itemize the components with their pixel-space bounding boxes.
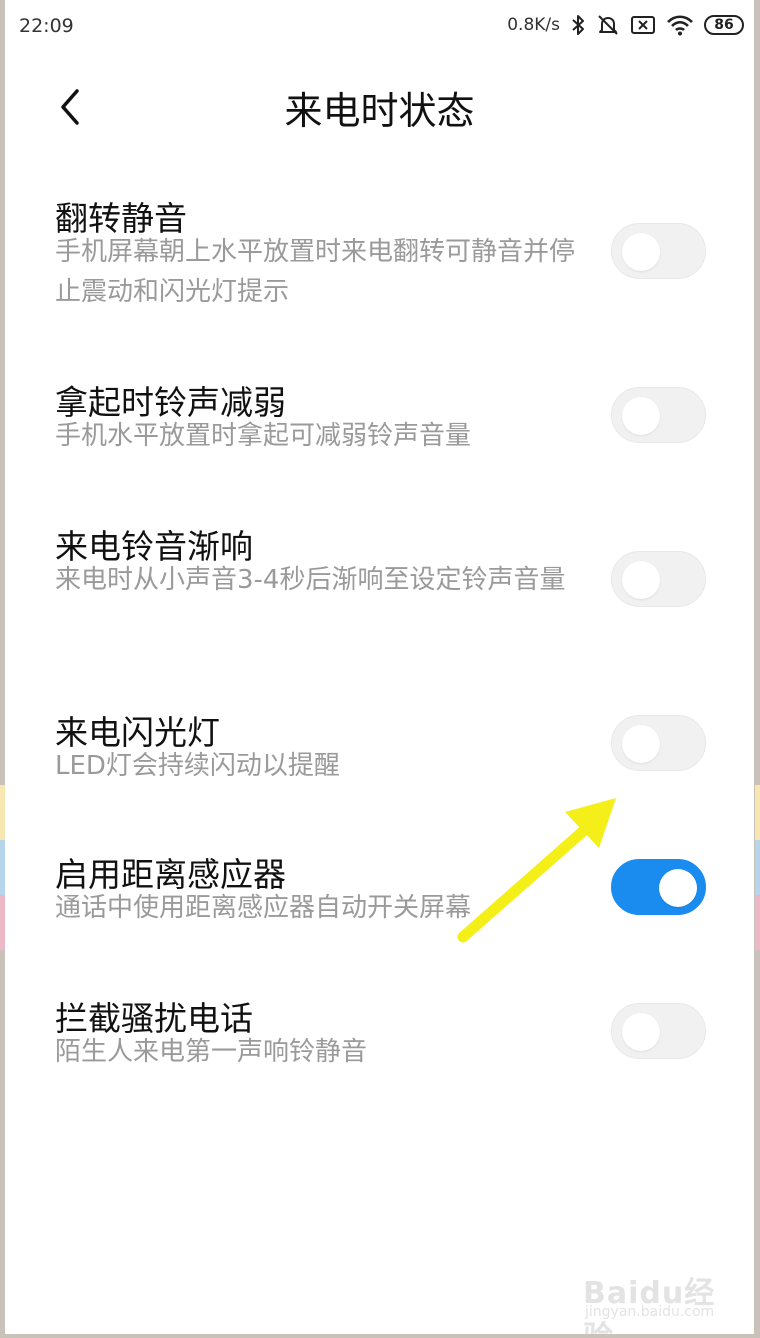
edge-strip-pink-right xyxy=(755,895,760,950)
network-speed: 0.8K/s xyxy=(507,15,560,35)
setting-row-proximity-sensor[interactable]: 启用距离感应器 通话中使用距离感应器自动开关屏幕 xyxy=(5,842,754,942)
device-frame-right xyxy=(754,0,760,1338)
no-sim-icon xyxy=(630,14,656,36)
status-time: 22:09 xyxy=(19,15,74,37)
bell-muted-icon xyxy=(596,13,620,37)
wifi-icon xyxy=(666,14,694,36)
status-bar: 22:09 0.8K/s 86 xyxy=(5,0,754,54)
setting-description: 陌生人来电第一声响铃静音 xyxy=(55,1037,368,1067)
setting-description: 来电时从小声音3-4秒后渐响至设定铃声音量 xyxy=(55,565,566,595)
edge-strip-blue-right xyxy=(755,840,760,895)
pickup-quiet-toggle[interactable] xyxy=(611,387,706,443)
phone-screen: 22:09 0.8K/s 86 来电时状态 翻转静音 手机屏幕朝上水平放置时来电… xyxy=(5,0,754,1334)
toggle-knob xyxy=(622,561,660,599)
setting-row-flip-mute[interactable]: 翻转静音 手机屏幕朝上水平放置时来电翻转可静音并停止震动和闪光灯提示 xyxy=(5,186,754,326)
setting-description: 手机屏幕朝上水平放置时来电翻转可静音并停止震动和闪光灯提示 xyxy=(55,237,576,307)
toggle-knob xyxy=(622,725,660,763)
setting-row-block-spam[interactable]: 拦截骚扰电话 陌生人来电第一声响铃静音 xyxy=(5,986,754,1086)
toggle-knob xyxy=(659,869,697,907)
setting-row-pickup-quiet[interactable]: 拿起时铃声减弱 手机水平放置时拿起可减弱铃声音量 xyxy=(5,370,754,470)
ring-crescendo-toggle[interactable] xyxy=(611,551,706,607)
bluetooth-icon xyxy=(570,13,586,37)
status-indicators: 0.8K/s 86 xyxy=(507,13,744,37)
toggle-knob xyxy=(622,233,660,271)
flip-mute-toggle[interactable] xyxy=(611,223,706,279)
setting-row-ring-crescendo[interactable]: 来电铃音渐响 来电时从小声音3-4秒后渐响至设定铃声音量 xyxy=(5,514,754,654)
device-frame-bottom xyxy=(0,1334,760,1338)
setting-description: 通话中使用距离感应器自动开关屏幕 xyxy=(55,893,472,923)
watermark-logo: Baidu经验 xyxy=(583,1276,716,1334)
page-title: 来电时状态 xyxy=(284,89,475,133)
toggle-knob xyxy=(622,397,660,435)
setting-description: LED灯会持续闪动以提醒 xyxy=(55,751,340,781)
setting-description: 手机水平放置时拿起可减弱铃声音量 xyxy=(55,421,472,451)
battery-icon: 86 xyxy=(704,15,744,35)
setting-row-flash-light[interactable]: 来电闪光灯 LED灯会持续闪动以提醒 xyxy=(5,700,754,800)
baidu-watermark: Baidu经验 jingyan.baidu.com xyxy=(583,1268,733,1334)
page-header: 来电时状态 xyxy=(5,54,754,164)
toggle-knob xyxy=(622,1013,660,1051)
watermark-url: jingyan.baidu.com xyxy=(585,1304,715,1320)
flash-light-toggle[interactable] xyxy=(611,715,706,771)
edge-strip-yellow-right xyxy=(755,785,760,840)
block-spam-toggle[interactable] xyxy=(611,1003,706,1059)
proximity-sensor-toggle[interactable] xyxy=(611,859,706,915)
